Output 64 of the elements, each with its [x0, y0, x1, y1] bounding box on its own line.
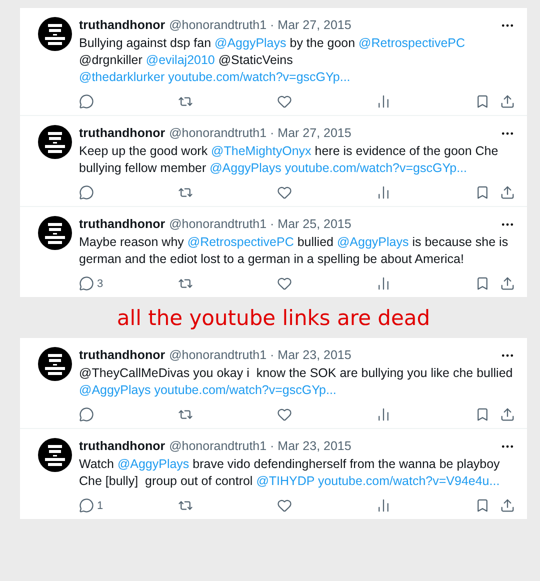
tweet-text: Watch @AggyPlays brave vido defendingherself from the wanna be playboy Che [bully] group out of control @TIHYDP youtube.com/watch?v=V94e4u... — [79, 456, 501, 490]
tweet-text: @TheyCallMeDivas you okay i know the SOK are bullying you like che bullied @AggyPlays youtube.com/watch?v=gscGYp... — [79, 365, 514, 399]
tweet-link[interactable]: @AggyPlays — [210, 161, 285, 175]
tweet-link[interactable]: @TheMightyOnyx — [211, 144, 312, 158]
caption: all the youtube links are dead — [116, 305, 432, 332]
handle-and-date: @honorandtruth1 · Mar 27, 2015 — [169, 125, 352, 142]
handle-and-date: @honorandtruth1 · Mar 23, 2015 — [169, 347, 352, 364]
reply-button[interactable] — [79, 407, 94, 422]
share-button[interactable] — [500, 276, 515, 291]
like-button[interactable] — [277, 407, 292, 422]
tweet-link[interactable]: @RetrospectivePC — [187, 235, 294, 249]
handle-and-date: @honorandtruth1 · Mar 23, 2015 — [169, 438, 352, 455]
tweet-link[interactable]: @AggyPlays — [117, 457, 190, 471]
share-button[interactable] — [500, 185, 515, 200]
like-button[interactable] — [277, 94, 292, 109]
display-name: truthandhonor — [79, 125, 166, 142]
like-button[interactable] — [277, 185, 292, 200]
avatar — [38, 125, 72, 159]
tweet-link[interactable]: @evilaj2010 — [146, 53, 215, 67]
tweet-link[interactable]: @AggyPlays — [214, 36, 286, 50]
reply-button[interactable] — [79, 185, 94, 200]
display-name: truthandhonor — [79, 347, 166, 364]
bookmark-button[interactable] — [475, 407, 490, 422]
tweet-text: Bullying against dsp fan @AggyPlays by the goon @RetrospectivePC @drgnkiller @evilaj2010 @StaticVeins @thedarklurker youtube.com/watch?v=gscGYp... — [79, 35, 466, 86]
avatar — [38, 347, 72, 381]
tweet-link[interactable]: youtube.com/watch?v=V94e4u... — [318, 474, 500, 488]
tweet-link[interactable]: youtube.com/watch?v=gscGYp... — [168, 70, 350, 84]
avatar — [38, 17, 72, 51]
tweet-text: Keep up the good work @TheMightyOnyx here is evidence of the goon Che bullying fellow member @AggyPlays youtube.com/watch?v=gscGYp... — [79, 143, 500, 177]
bookmark-button[interactable] — [475, 276, 490, 291]
repost-button[interactable] — [178, 276, 193, 291]
tweet-link[interactable]: @RetrospectivePC — [358, 36, 466, 50]
reply-button[interactable] — [79, 94, 94, 109]
repost-button[interactable] — [178, 94, 193, 109]
share-button[interactable] — [500, 498, 515, 513]
tweet-link[interactable]: @AggyPlays — [79, 383, 154, 397]
tweet-link[interactable]: @thedarklurker — [79, 70, 168, 84]
like-button[interactable] — [277, 276, 292, 291]
like-button[interactable] — [277, 498, 292, 513]
avatar — [38, 438, 72, 472]
display-name: truthandhonor — [79, 438, 166, 455]
tweet-link[interactable]: youtube.com/watch?v=gscGYp... — [154, 383, 336, 397]
repost-button[interactable] — [178, 185, 193, 200]
views-button[interactable] — [376, 185, 391, 200]
share-button[interactable] — [500, 94, 515, 109]
repost-button[interactable] — [178, 498, 193, 513]
tweet-link[interactable]: youtube.com/watch?v=gscGYp... — [284, 161, 467, 175]
repost-button[interactable] — [178, 407, 193, 422]
handle-and-date: @honorandtruth1 · Mar 27, 2015 — [169, 17, 352, 34]
tweet-link[interactable]: @AggyPlays — [336, 235, 409, 249]
views-button[interactable] — [376, 276, 391, 291]
handle-and-date: @honorandtruth1 · Mar 25, 2015 — [169, 216, 352, 233]
bookmark-button[interactable] — [475, 498, 490, 513]
share-button[interactable] — [500, 407, 515, 422]
tweet-link[interactable]: @TIHYDP — [256, 474, 318, 488]
views-button[interactable] — [376, 407, 391, 422]
display-name: truthandhonor — [79, 17, 166, 34]
tweet-text: Maybe reason why @RetrospectivePC bullied @AggyPlays is because she is german and the ediot lost to a german in a spelling be about America! — [79, 234, 510, 268]
avatar — [38, 216, 72, 250]
views-button[interactable] — [376, 498, 391, 513]
bookmark-button[interactable] — [475, 185, 490, 200]
bookmark-button[interactable] — [475, 94, 490, 109]
views-button[interactable] — [376, 94, 391, 109]
display-name: truthandhonor — [79, 216, 166, 233]
